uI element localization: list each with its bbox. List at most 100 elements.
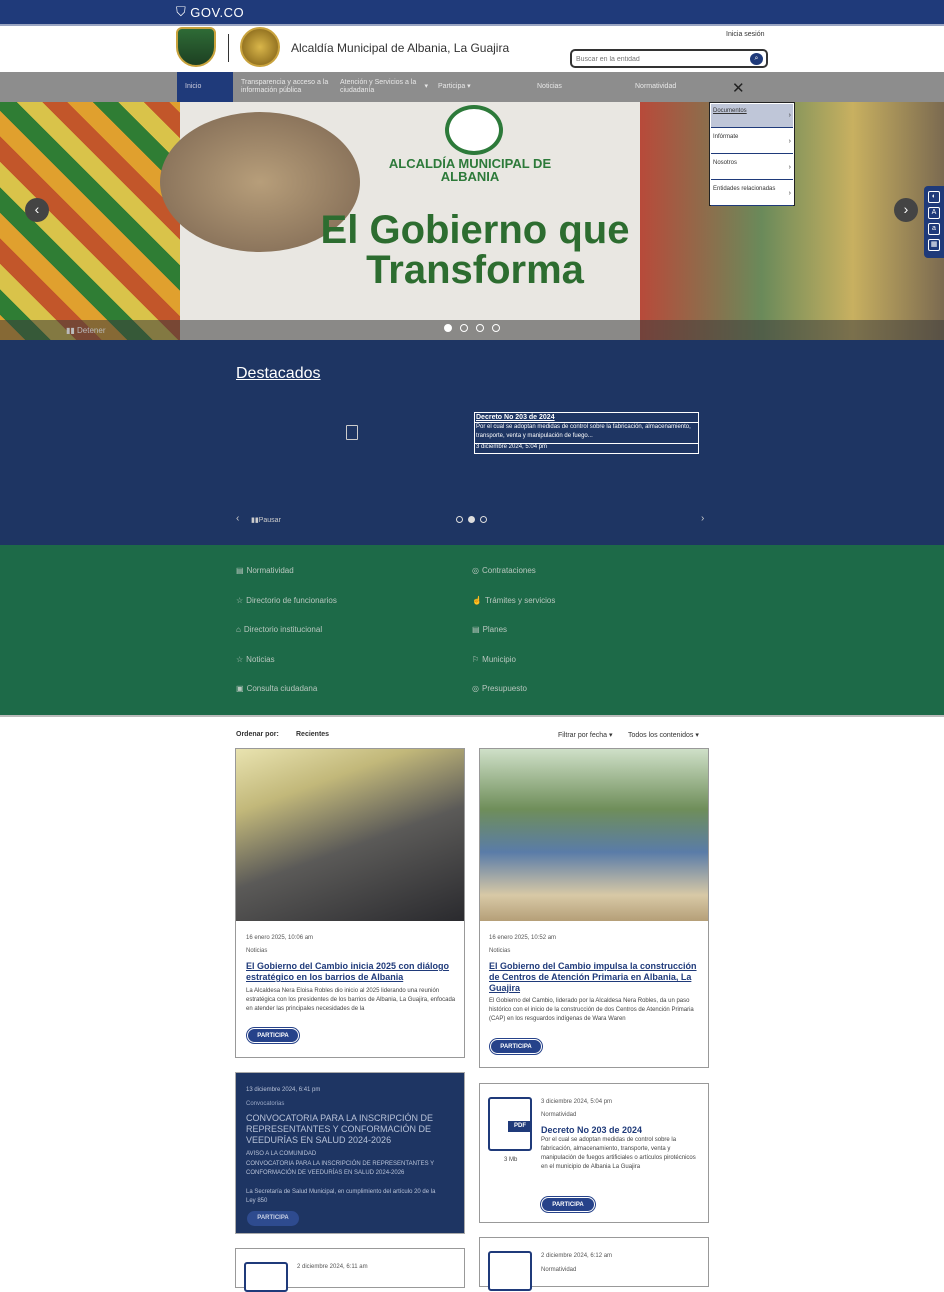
hero-emblem (445, 105, 503, 155)
hero-stop-button[interactable]: ▮▮ Detener (66, 326, 106, 335)
search-box: ⌕ (570, 49, 768, 68)
menu-item-informate[interactable]: Infórmate › (711, 130, 793, 154)
hero-prev-icon[interactable]: ‹ (25, 198, 49, 222)
link-label: Presupuesto (481, 684, 527, 693)
featured-pause-button[interactable]: ▮▮Pausar (251, 516, 281, 524)
text-size-icon[interactable]: a (928, 223, 940, 235)
font-size-icon[interactable]: A (928, 207, 940, 219)
file-size: 3 Mb (504, 1157, 518, 1163)
card-date: 2 diciembre 2024, 6:11 am (297, 1264, 368, 1270)
link-planes[interactable]: ▤ Planes (472, 625, 507, 634)
hero-dot-3[interactable] (476, 324, 484, 332)
pdf-file-icon[interactable] (244, 1262, 288, 1292)
menu-item-entidades[interactable]: Entidades relacionadas › (711, 182, 793, 206)
coin-icon: ◎ (472, 566, 479, 575)
nav-item-inicio[interactable]: Inicio (177, 72, 233, 102)
close-icon[interactable]: ✕ (732, 79, 745, 97)
hand-icon: ☝ (472, 596, 482, 605)
participa-button[interactable]: PARTICIPA (490, 1039, 542, 1054)
card-desc: Por el cual se adoptan medidas de contro… (541, 1137, 696, 1170)
link-directorio-institucional[interactable]: ⌂ Directorio institucional (236, 625, 322, 634)
gov-shield-icon: ⛉ (176, 4, 187, 19)
list-icon: ▤ (472, 625, 480, 634)
search-icon[interactable]: ⌕ (750, 53, 763, 65)
link-contrataciones[interactable]: ◎ Contrataciones (472, 566, 536, 575)
link-municipio[interactable]: ⚐ Municipio (472, 655, 516, 664)
nav-item-noticias[interactable]: Noticias (537, 72, 597, 102)
link-presupuesto[interactable]: ◎ Presupuesto (472, 684, 527, 693)
card-title[interactable]: CONVOCATORIA PARA LA INSCRIPCIÓN DE REPR… (246, 1113, 458, 1146)
news-photo[interactable] (480, 749, 708, 921)
document-icon: ▤ (236, 566, 244, 575)
link-label: Noticias (246, 655, 275, 664)
chevron-right-icon: › (788, 190, 791, 197)
filter-content-select[interactable]: Todos los contenidos ▾ (628, 731, 699, 739)
nav-item-normatividad[interactable]: Normatividad (635, 72, 695, 102)
card-desc: La Alcaldesa Nera Eloisa Robles dio inic… (246, 988, 456, 1012)
hero-dot-2[interactable] (460, 324, 468, 332)
link-consulta-ciudadana[interactable]: ▣ Consulta ciudadana (236, 684, 317, 693)
nav-item-participa-label: Participa (438, 83, 466, 90)
gov-logo[interactable]: ⛉ GOV.CO (176, 4, 244, 20)
hero-subtitle: ALCALDÍA MUNICIPAL DE ALBANIA (388, 156, 552, 184)
card-desc-heading: AVISO A LA COMUNIDAD (246, 1151, 317, 1157)
pause-icon: ▮▮ (66, 326, 78, 335)
featured-title[interactable]: Destacados (236, 365, 321, 383)
login-link[interactable]: Inicia sesión (726, 31, 765, 38)
participa-button[interactable]: PARTICIPA (541, 1197, 595, 1212)
pdf-file-icon[interactable] (488, 1251, 532, 1291)
hero-next-icon[interactable]: › (894, 198, 918, 222)
participa-button[interactable]: PARTICIPA (247, 1211, 299, 1226)
card-category: Normatividad (541, 1267, 577, 1273)
card-title[interactable]: Decreto No 203 de 2024 (541, 1125, 701, 1136)
link-noticias[interactable]: ☆ Noticias (236, 655, 275, 664)
nav-item-transparencia[interactable]: Transparencia y acceso a la información … (241, 72, 331, 102)
link-normatividad[interactable]: ▤ Normatividad (236, 566, 294, 575)
card-title[interactable]: El Gobierno del Cambio impulsa la constr… (489, 961, 701, 994)
site-title[interactable]: Alcaldía Municipal de Albania, La Guajir… (291, 41, 509, 55)
hero-dot-4[interactable] (492, 324, 500, 332)
menu-item-label: Infórmate (713, 134, 739, 140)
sort-label: Ordenar por: (236, 731, 279, 738)
featured-item-title[interactable]: Decreto No 203 de 2024 (476, 414, 555, 421)
document-icon (346, 425, 358, 440)
hero-dot-1[interactable] (444, 324, 452, 332)
news-photo[interactable] (236, 749, 464, 921)
sort-select[interactable]: Recientes (296, 731, 329, 738)
nav-item-atencion-label: Atención y Servicios a la ciudadanía (340, 79, 417, 94)
menu-item-documentos[interactable]: Documentos › (711, 104, 793, 128)
nav-item-atencion[interactable]: Atención y Servicios a la ciudadanía ▾ (340, 72, 428, 102)
participa-button[interactable]: PARTICIPA (247, 1028, 299, 1043)
card-title[interactable]: El Gobierno del Cambio inicia 2025 con d… (246, 961, 458, 983)
hero-pattern (0, 102, 180, 340)
star-icon: ☆ (236, 596, 244, 605)
header-divider (228, 34, 229, 62)
contrast-icon[interactable]: ◐ (928, 191, 940, 203)
municipal-crest-logo[interactable] (176, 27, 216, 67)
box-icon: ▣ (236, 684, 244, 693)
chevron-right-icon: › (788, 138, 791, 145)
relief-icon[interactable]: ▦ (928, 239, 940, 251)
hero-carousel: ALCALDÍA MUNICIPAL DE ALBANIA El Gobiern… (0, 102, 944, 340)
featured-dot-1[interactable] (456, 516, 463, 523)
featured-dot-2[interactable] (468, 516, 475, 523)
chevron-down-icon: ▾ (422, 83, 428, 90)
card-category: Noticias (246, 948, 268, 954)
menu-item-nosotros[interactable]: Nosotros › (711, 156, 793, 180)
link-label: Consulta ciudadana (246, 684, 318, 693)
featured-prev-icon[interactable]: ‹ (236, 513, 239, 524)
featured-section (0, 340, 944, 545)
featured-dot-3[interactable] (480, 516, 487, 523)
flag-icon: ⚐ (472, 655, 480, 664)
chevron-down-icon: ▾ (607, 732, 613, 739)
pause-icon: ▮▮ (251, 517, 259, 524)
search-input[interactable] (576, 53, 746, 65)
link-directorio-funcionarios[interactable]: ☆ Directorio de funcionarios (236, 596, 337, 605)
card-date: 13 diciembre 2024, 6:41 pm (246, 1087, 321, 1093)
nav-item-participa[interactable]: Participa ▾ (438, 72, 498, 102)
card-date: 16 enero 2025, 10:52 am (489, 935, 557, 941)
card-desc: La Secretaría de Salud Municipal, en cum… (246, 1189, 436, 1204)
link-tramites[interactable]: ☝ Trámites y servicios (472, 596, 555, 605)
filter-date-select[interactable]: Filtrar por fecha ▾ (558, 731, 613, 739)
featured-next-icon[interactable]: › (701, 513, 704, 524)
